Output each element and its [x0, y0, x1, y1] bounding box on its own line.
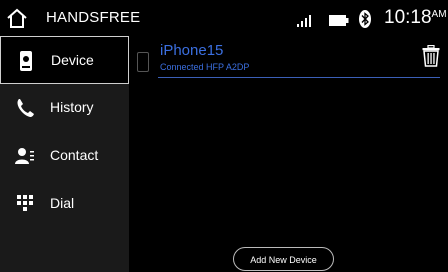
trash-icon[interactable]: [422, 45, 440, 67]
phone-icon: [20, 51, 32, 71]
signal-icon: [297, 15, 311, 27]
status-bar: HANDSFREE 10:18AM: [0, 0, 448, 36]
contact-icon: [15, 148, 34, 164]
device-panel: iPhone15 Connected HFP A2DP Add New Devi…: [129, 36, 448, 272]
clock: 10:18AM: [384, 7, 447, 29]
row-divider: [158, 77, 440, 78]
bluetooth-icon: [359, 10, 371, 28]
add-new-device-button[interactable]: Add New Device: [233, 247, 334, 271]
device-list-item[interactable]: iPhone15 Connected HFP A2DP: [129, 36, 448, 84]
clock-time: 10:18: [384, 7, 432, 28]
dialpad-icon: [17, 195, 33, 211]
sidebar: Device History Contact Dial: [0, 36, 129, 272]
sidebar-item-contact[interactable]: Contact: [0, 132, 129, 180]
device-status: Connected HFP A2DP: [160, 62, 250, 72]
clock-ampm: AM: [431, 9, 447, 20]
device-name: iPhone15: [160, 42, 224, 59]
sidebar-item-dial[interactable]: Dial: [0, 180, 129, 228]
sidebar-item-label: Device: [51, 52, 94, 68]
call-handset-icon: [17, 99, 34, 117]
sidebar-item-label: Dial: [50, 195, 75, 211]
sidebar-item-label: History: [50, 99, 94, 115]
sidebar-item-label: Contact: [50, 147, 99, 163]
home-icon[interactable]: [6, 7, 28, 29]
app-title: HANDSFREE: [46, 9, 141, 26]
phone-outline-icon: [137, 52, 149, 72]
sidebar-item-history[interactable]: History: [0, 84, 129, 132]
battery-icon: [329, 15, 349, 26]
sidebar-item-device[interactable]: Device: [0, 36, 129, 84]
